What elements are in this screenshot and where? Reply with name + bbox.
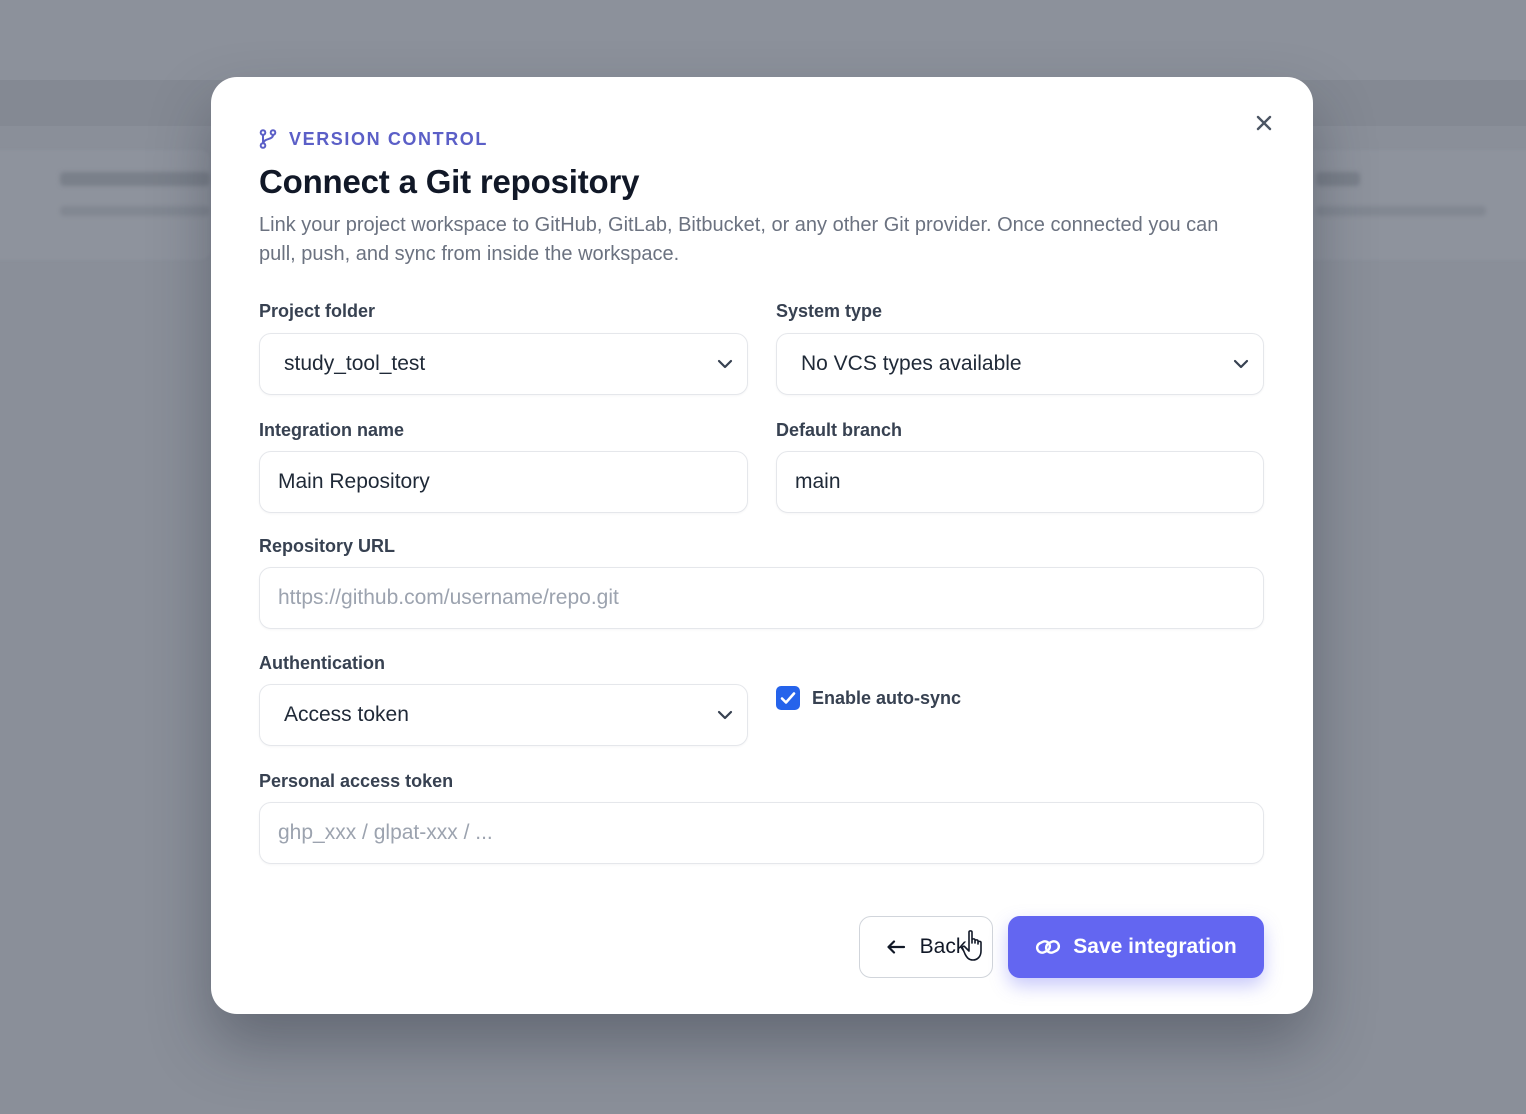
personal-access-token-input[interactable] [278, 821, 1245, 845]
auto-sync-checkbox[interactable] [776, 686, 800, 710]
modal-eyebrow: VERSION CONTROL [259, 127, 488, 151]
system-type-select[interactable]: No VCS types available [776, 333, 1264, 395]
git-branch-icon [259, 129, 277, 149]
save-integration-label: Save integration [1073, 935, 1237, 958]
back-button-label: Back [919, 935, 967, 958]
connect-git-modal: VERSION CONTROL Connect a Git repository… [211, 77, 1313, 1014]
integration-name-label: Integration name [259, 420, 405, 440]
repository-url-input[interactable] [278, 586, 1245, 610]
back-button[interactable]: Back [859, 916, 993, 978]
integration-name-input[interactable] [278, 470, 729, 494]
chevron-down-icon [717, 710, 733, 720]
system-type-value: No VCS types available [801, 352, 1022, 375]
chevron-down-icon [1233, 359, 1249, 369]
repository-url-field [259, 567, 1264, 629]
authentication-label: Authentication [259, 653, 385, 673]
background-text [60, 172, 210, 186]
auto-sync-label[interactable]: Enable auto-sync [812, 688, 961, 709]
background-card [0, 150, 210, 260]
link-icon [1036, 940, 1061, 954]
default-branch-field [776, 451, 1264, 513]
authentication-select[interactable]: Access token [259, 684, 748, 746]
personal-access-token-field [259, 802, 1264, 864]
default-branch-label: Default branch [776, 420, 903, 440]
modal-description: Link your project workspace to GitHub, G… [259, 214, 1219, 265]
background-text [1316, 206, 1486, 216]
auto-sync-row: Enable auto-sync [776, 686, 961, 710]
save-integration-button[interactable]: Save integration [1008, 916, 1264, 978]
close-button[interactable] [1248, 107, 1280, 139]
personal-access-token-label: Personal access token [259, 771, 454, 791]
default-branch-input[interactable] [795, 470, 1245, 494]
system-type-label: System type [776, 301, 883, 321]
authentication-value: Access token [284, 703, 409, 726]
background-text [1316, 172, 1360, 186]
project-folder-label: Project folder [259, 301, 376, 321]
repository-url-label: Repository URL [259, 536, 396, 556]
close-icon [1256, 115, 1272, 131]
modal-title: Connect a Git repository [259, 163, 640, 200]
background-text [60, 206, 210, 216]
background-card [1300, 150, 1526, 260]
eyebrow-text: VERSION CONTROL [289, 128, 489, 149]
check-icon [780, 692, 796, 704]
project-folder-select[interactable]: study_tool_test [259, 333, 748, 395]
chevron-down-icon [717, 359, 733, 369]
background-topbar [0, 0, 1526, 80]
integration-name-field [259, 451, 748, 513]
project-folder-value: study_tool_test [284, 352, 426, 375]
arrow-left-icon [887, 940, 905, 954]
